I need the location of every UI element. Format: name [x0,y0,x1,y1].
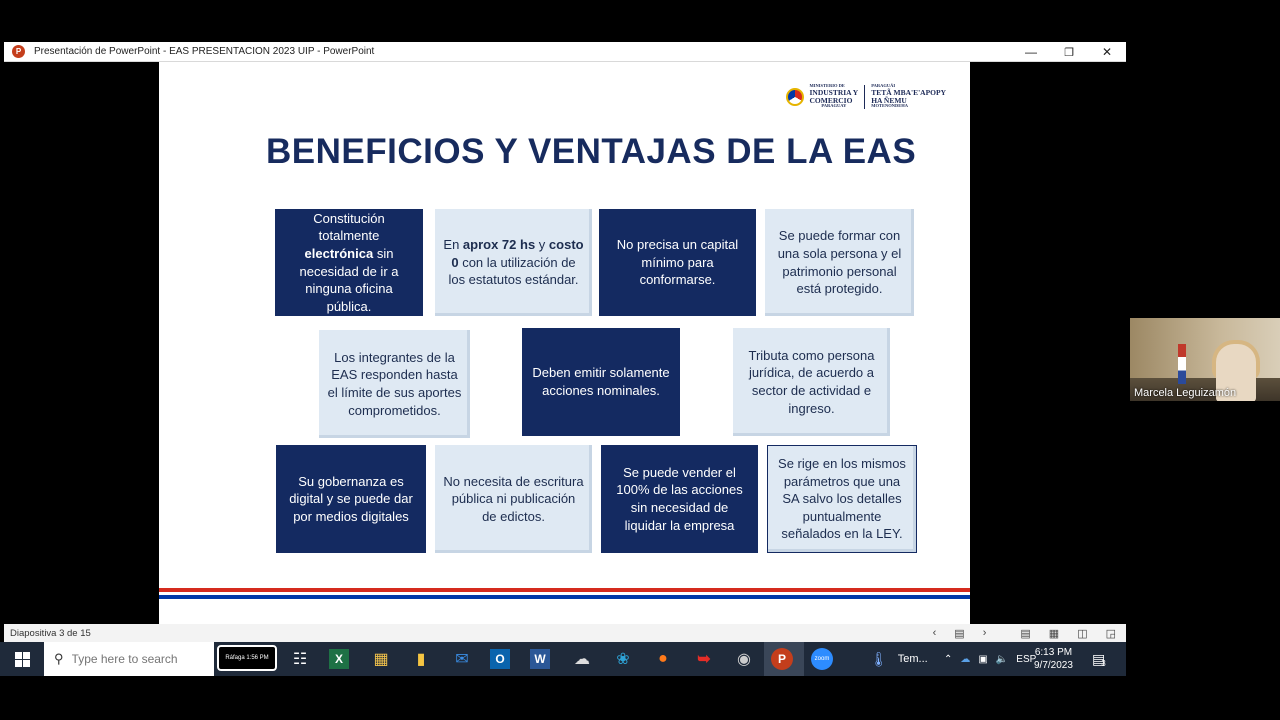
windows-icon [14,651,30,667]
media-app-icon[interactable]: ◉ [731,646,757,672]
benefit-card: Constitución totalmente electrónica sin … [275,209,423,316]
mail-icon[interactable]: ✉ [449,646,475,672]
powerpoint-icon: P [12,45,25,58]
blue-stripe [159,595,970,599]
benefit-text: Los integrantes de la EAS responden hast… [327,349,462,418]
benefit-text: En aprox 72 hs y costo 0 con la utilizac… [443,237,584,288]
window-titlebar: P Presentación de PowerPoint - EAS PRESE… [4,42,1126,62]
benefit-card: No necesita de escritura pública ni publ… [435,445,592,553]
notes-icon[interactable]: ▤ [954,627,964,640]
slideshow-icon[interactable]: ◲ [1106,627,1116,640]
excel-icon[interactable]: X [329,649,349,669]
weather-widget[interactable]: 🌡 Tem... [870,642,928,676]
notification-center[interactable]: ▤ 3 [1092,642,1106,676]
ministry-logo: MINISTERIO DE INDUSTRIA Y COMERCIO PARAG… [785,83,946,109]
zoom-icon[interactable]: zoom [811,648,833,670]
benefit-card: Se puede formar con una sola persona y e… [765,209,914,316]
benefit-text: Se puede vender el 100% de las acciones … [616,464,743,533]
logo-text: MOTENONDEHA [871,103,908,109]
thermometer-icon: 🌡 [870,650,888,667]
benefit-text: Se puede formar con una sola persona y e… [777,228,902,297]
prev-slide-icon[interactable]: ‹ [933,627,937,639]
minimize-button[interactable]: — [1012,42,1050,62]
task-view-icon[interactable]: ☷ [287,646,313,672]
paraguay-seal-icon [785,87,804,106]
benefit-text: Deben emitir solamente acciones nominale… [532,365,670,398]
normal-view-icon[interactable]: ▤ [1020,627,1030,640]
firefox-icon[interactable]: ● [650,646,676,672]
benefit-card: Se puede vender el 100% de las acciones … [601,445,758,553]
benefit-card: Tributa como persona jurídica, de acuerd… [733,328,890,436]
acrobat-icon[interactable]: ➥ [691,646,717,672]
restore-icon: ❐ [1064,46,1074,59]
powerpoint-taskbar-icon[interactable]: P [771,648,793,670]
screen: P Presentación de PowerPoint - EAS PRESE… [0,0,1280,720]
file-explorer-icon[interactable]: ▮ [408,646,434,672]
logo-text: PARAGUAY [821,103,847,109]
benefit-text: Su gobernanza es digital y se puede dar … [289,473,413,524]
slide-sorter-icon[interactable]: ▦ [1049,627,1059,640]
benefit-text: Constitución totalmente electrónica sin … [299,210,399,314]
window-title: Presentación de PowerPoint - EAS PRESENT… [34,46,375,57]
network-icon[interactable]: ▣ [978,654,987,665]
benefit-text: Tributa como persona jurídica, de acuerd… [748,347,875,416]
slide-title: BENEFICIOS Y VENTAJAS DE LA EAS [266,132,917,171]
weather-text: Tem... [897,653,928,665]
slide: MINISTERIO DE INDUSTRIA Y COMERCIO PARAG… [159,62,970,624]
logo-divider [864,84,866,109]
system-tray: ⌃ ☁ ▣ 🔈 ESP [944,642,1036,676]
benefit-text: Se rige en los mismos parámetros que una… [778,456,906,542]
benefit-text: No necesita de escritura pública ni publ… [443,473,584,524]
taskbar-search[interactable]: ⚲ [44,642,214,676]
close-icon: ✕ [1101,45,1113,59]
cloud-app-icon[interactable]: ☁ [569,646,595,672]
chevron-up-icon[interactable]: ⌃ [944,654,952,665]
benefit-card: En aprox 72 hs y costo 0 con la utilizac… [435,209,592,316]
participant-video[interactable]: Marcela Leguizamón [1130,318,1280,401]
search-highlight-thumbnail[interactable]: Ráfaga 1:56 PM [217,645,277,671]
start-button[interactable] [0,642,44,676]
clock-date: 9/7/2023 [1034,660,1073,671]
onedrive-icon[interactable]: ☁ [960,654,970,665]
status-bar: Diapositiva 3 de 15 ‹ ▤ › ▤ ▦ ◫ ◲ [4,624,1126,642]
restore-button[interactable]: ❐ [1050,42,1088,62]
clock[interactable]: 6:13 PM 9/7/2023 [1034,642,1073,676]
clock-time: 6:13 PM [1034,647,1073,658]
minimize-icon: — [1025,45,1037,59]
notification-count: 3 [1101,658,1106,668]
benefit-card: Deben emitir solamente acciones nominale… [522,328,680,436]
benefit-card: No precisa un capital mínimo para confor… [599,209,756,316]
edge-icon[interactable]: ❀ [610,646,636,672]
search-icon: ⚲ [54,651,64,666]
participant-name: Marcela Leguizamón [1134,387,1237,399]
benefit-text: No precisa un capital mínimo para confor… [616,237,739,288]
reading-view-icon[interactable]: ◫ [1077,627,1087,640]
volume-icon[interactable]: 🔈 [996,654,1008,665]
benefit-card: Su gobernanza es digital y se puede dar … [276,445,426,553]
next-slide-icon[interactable]: › [983,627,987,639]
word-icon[interactable]: W [530,649,550,669]
outlook-icon[interactable]: O [490,649,510,669]
benefit-card: Los integrantes de la EAS responden hast… [319,330,470,438]
search-input[interactable] [71,652,182,666]
flag-icon [1178,344,1186,384]
benefit-card: Se rige en los mismos parámetros que una… [767,445,917,553]
close-button[interactable]: ✕ [1088,42,1126,62]
slide-counter: Diapositiva 3 de 15 [10,627,91,639]
store-icon[interactable]: ▦ [368,646,394,672]
